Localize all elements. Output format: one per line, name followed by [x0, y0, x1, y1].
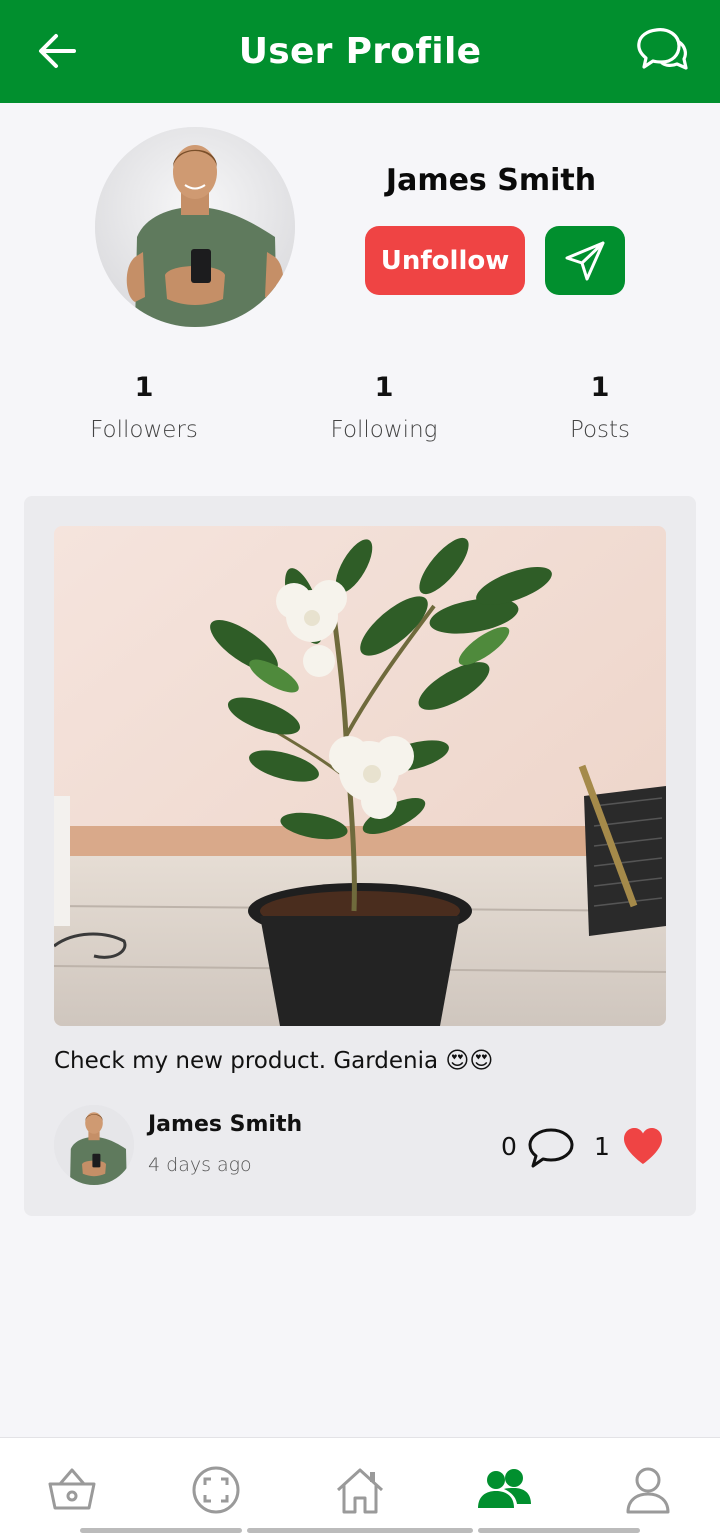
back-arrow-icon[interactable] [34, 28, 80, 74]
page-title: User Profile [238, 31, 482, 72]
posts-label: Posts [569, 417, 631, 443]
stat-following[interactable]: 1 Following [284, 372, 484, 443]
posts-count: 1 [590, 372, 610, 403]
post-author-avatar[interactable] [54, 1105, 134, 1185]
comment-count: 0 [501, 1132, 517, 1161]
basket-icon[interactable] [44, 1462, 100, 1518]
following-count: 1 [374, 372, 394, 403]
app-bar: User Profile [0, 0, 720, 103]
comment-icon[interactable] [527, 1126, 575, 1170]
post-author-name[interactable]: James Smith [148, 1112, 302, 1137]
nav-indicator [478, 1528, 640, 1533]
post-timestamp: 4 days ago [148, 1154, 252, 1176]
scan-icon[interactable] [188, 1462, 244, 1518]
profile-avatar [95, 127, 295, 327]
home-icon[interactable] [332, 1462, 388, 1518]
community-icon[interactable] [476, 1462, 532, 1518]
post-card[interactable]: Check my new product. Gardenia 😍😍 James … [24, 496, 696, 1216]
heart-icon[interactable] [622, 1126, 664, 1166]
profile-name: James Smith [385, 163, 597, 198]
unfollow-button[interactable]: Unfollow [365, 226, 525, 295]
followers-label: Followers [90, 417, 198, 443]
stat-posts[interactable]: 1 Posts [500, 372, 700, 443]
user-icon[interactable] [620, 1462, 676, 1518]
like-count: 1 [594, 1132, 610, 1161]
nav-indicator [80, 1528, 242, 1533]
followers-count: 1 [134, 372, 154, 403]
send-message-button[interactable] [545, 226, 625, 295]
bottom-nav [0, 1437, 720, 1535]
post-caption: Check my new product. Gardenia 😍😍 [54, 1048, 494, 1074]
send-icon [565, 241, 605, 280]
stat-followers[interactable]: 1 Followers [44, 372, 244, 443]
nav-indicator [247, 1528, 473, 1533]
post-image[interactable] [54, 526, 666, 1026]
following-label: Following [330, 417, 438, 443]
chat-icon[interactable] [632, 22, 690, 78]
